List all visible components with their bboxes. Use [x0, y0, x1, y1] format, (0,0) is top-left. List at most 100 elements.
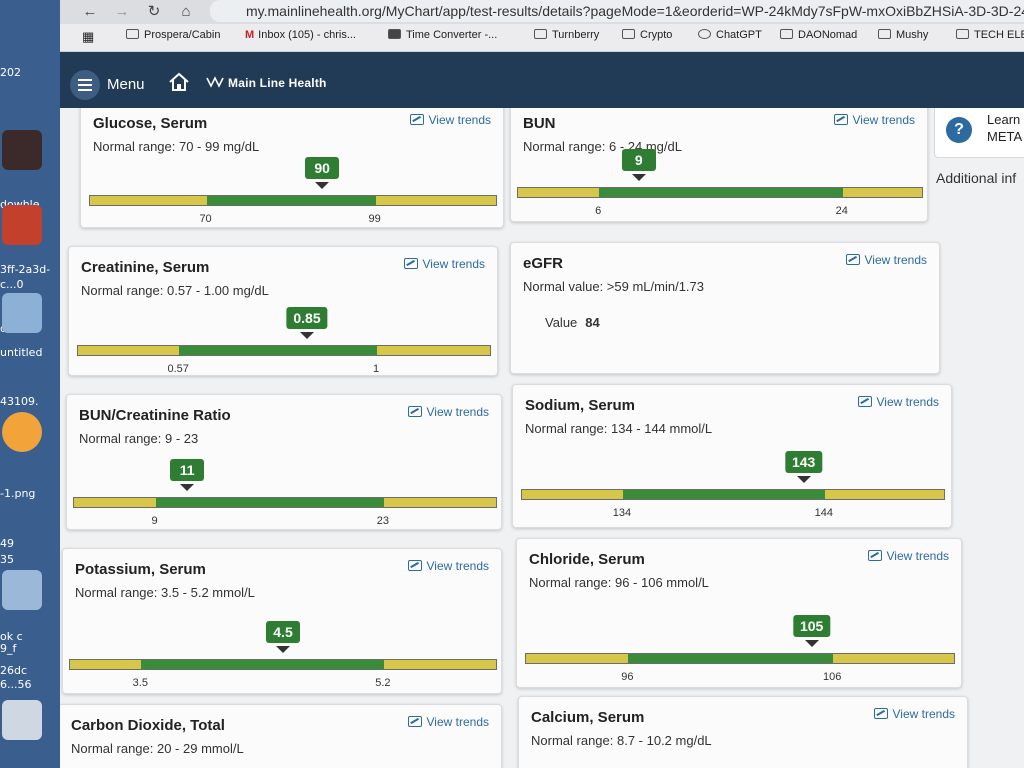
result-card-calcium: Calcium, Serum Normal range: 8.7 - 10.2 m… [518, 696, 968, 768]
test-results-content: Glucose, Serum Normal range: 70 - 99 mg/d… [60, 108, 1024, 768]
range-low-label: 70 [199, 213, 212, 225]
range-bar [77, 345, 491, 356]
value-pointer-icon [315, 182, 330, 189]
home-icon[interactable]: ⌂ [176, 2, 196, 22]
view-trends-link[interactable]: View trends [857, 395, 939, 409]
range-low-label: 134 [612, 507, 632, 519]
brand-name: Main Line Health [228, 76, 327, 90]
value-pointer-icon [276, 646, 290, 653]
bookmark-item[interactable]: TECH ELE [956, 29, 1024, 41]
view-trends-link[interactable]: View trends [845, 253, 927, 267]
value-pointer-icon [804, 640, 819, 647]
trend-chart-icon [403, 258, 418, 269]
normal-range-text: Normal range: 9 - 23 [79, 431, 199, 446]
range-high-label: 5.2 [375, 677, 391, 689]
bookmark-item[interactable]: Turnberry [534, 29, 599, 41]
desktop-app-icon[interactable] [2, 293, 42, 333]
trend-chart-icon [867, 550, 882, 561]
menu-button[interactable] [70, 70, 100, 100]
forward-arrow-icon[interactable]: → [112, 2, 132, 22]
bookmark-item[interactable]: DAONomad [780, 29, 857, 41]
trend-chart-icon [407, 406, 422, 417]
bookmark-item[interactable]: Time Converter -... [388, 29, 497, 41]
trend-chart-icon [833, 114, 848, 125]
trend-chart-icon [873, 708, 888, 719]
bookmark-item[interactable]: ChatGPT [698, 29, 762, 41]
gmail-icon: M [245, 29, 255, 41]
back-arrow-icon[interactable]: ← [80, 2, 100, 22]
desktop-file-label[interactable]: c...0 [0, 278, 58, 291]
result-title: Glucose, Serum [93, 115, 208, 132]
range-high-label: 144 [814, 507, 834, 519]
clock-icon [388, 29, 401, 39]
reload-icon[interactable]: ↻ [144, 2, 164, 22]
result-title: eGFR [523, 255, 564, 272]
home-icon[interactable] [168, 72, 190, 92]
menu-label[interactable]: Menu [107, 76, 145, 93]
view-trends-link[interactable]: View trends [407, 559, 489, 573]
range-bar [89, 195, 497, 206]
trend-chart-icon [857, 396, 872, 407]
result-value-badge: 105 [792, 615, 831, 637]
desktop-app-icon[interactable] [2, 570, 42, 610]
desktop-file-label[interactable]: 26dc [0, 664, 58, 677]
apps-grid-icon[interactable]: ▦ [82, 29, 94, 45]
desktop-file-label[interactable]: 3ff-2a3d- [0, 263, 58, 276]
chatgpt-icon [698, 29, 711, 39]
desktop-file-label[interactable]: untitled [0, 346, 58, 359]
desktop-file-label[interactable]: -1.png [0, 487, 58, 500]
result-value-badge: 0.85 [286, 307, 328, 329]
value-label: Value [545, 315, 578, 330]
normal-range-text: Normal range: 6 - 24 mg/dL [523, 139, 682, 154]
desktop-background: 202dowhle3ff-2a3d-c...0dcuntitled43109.-… [0, 0, 60, 768]
bookmark-item[interactable]: Mushy [878, 29, 928, 41]
bookmarks-bar: ▦ Prospera/Cabin M Inbox (105) - chris...… [60, 24, 1024, 52]
trend-chart-icon [845, 254, 860, 265]
normal-range-segment [179, 346, 377, 355]
desktop-file-label[interactable]: 202 [0, 66, 58, 79]
view-trends-link[interactable]: View trends [833, 113, 915, 127]
range-bar [517, 187, 923, 198]
view-trends-link[interactable]: View trends [407, 405, 489, 419]
desktop-app-icon[interactable] [2, 205, 42, 245]
view-trends-link[interactable]: View trends [407, 715, 489, 729]
bookmark-item[interactable]: M Inbox (105) - chris... [245, 29, 356, 41]
result-card-chloride: Chloride, Serum Normal range: 96 - 106 mm… [516, 538, 962, 688]
hamburger-icon [78, 84, 92, 86]
result-value-badge: 11 [170, 459, 205, 481]
range-low-label: 96 [621, 671, 634, 683]
learn-more-box[interactable]: ? Learn META [934, 108, 1024, 158]
folder-icon [622, 29, 635, 39]
bookmark-item[interactable]: Crypto [622, 29, 672, 41]
desktop-file-label[interactable]: 6...56 [0, 678, 58, 691]
desktop-app-icon[interactable] [2, 700, 42, 740]
view-trends-link[interactable]: View trends [403, 257, 485, 271]
bookmark-item[interactable]: Prospera/Cabin [126, 29, 220, 41]
range-bar [521, 489, 945, 500]
normal-range-text: Normal range: 20 - 29 mmol/L [71, 741, 244, 756]
folder-icon [780, 29, 793, 39]
desktop-file-label[interactable]: 49 [0, 537, 58, 550]
normal-range-segment [599, 188, 843, 197]
range-high-label: 1 [372, 363, 380, 375]
result-card-bun-creatinine-ratio: BUN/Creatinine Ratio Normal range: 9 - 23… [66, 394, 502, 530]
desktop-app-icon[interactable] [2, 130, 42, 170]
address-bar[interactable]: my.mainlinehealth.org/MyChart/app/test-r… [210, 0, 1024, 22]
result-title: Creatinine, Serum [81, 259, 210, 276]
address-bar-url: my.mainlinehealth.org/MyChart/app/test-r… [246, 3, 1024, 19]
desktop-file-label[interactable]: 43109. [0, 395, 58, 408]
result-card-creatinine: Creatinine, Serum Normal range: 0.57 - 1.… [68, 246, 498, 376]
view-trends-link[interactable]: View trends [409, 113, 491, 127]
normal-range-text: Normal range: 70 - 99 mg/dL [93, 139, 260, 154]
value-pointer-icon [180, 484, 195, 491]
desktop-file-label[interactable]: 35 [0, 553, 58, 566]
desktop-file-label[interactable]: 9_f [0, 642, 58, 655]
desktop-app-icon[interactable] [2, 412, 42, 452]
question-icon: ? [946, 117, 972, 143]
hamburger-icon [78, 79, 92, 81]
result-card-bun: BUN Normal range: 6 - 24 mg/dL View trends… [510, 108, 928, 222]
normal-range-text: Normal range: 8.7 - 10.2 mg/dL [531, 733, 712, 748]
brand-logo[interactable]: Main Line Health [206, 76, 327, 90]
range-low-label: 3.5 [132, 677, 148, 689]
result-value-badge: 143 [784, 451, 823, 473]
